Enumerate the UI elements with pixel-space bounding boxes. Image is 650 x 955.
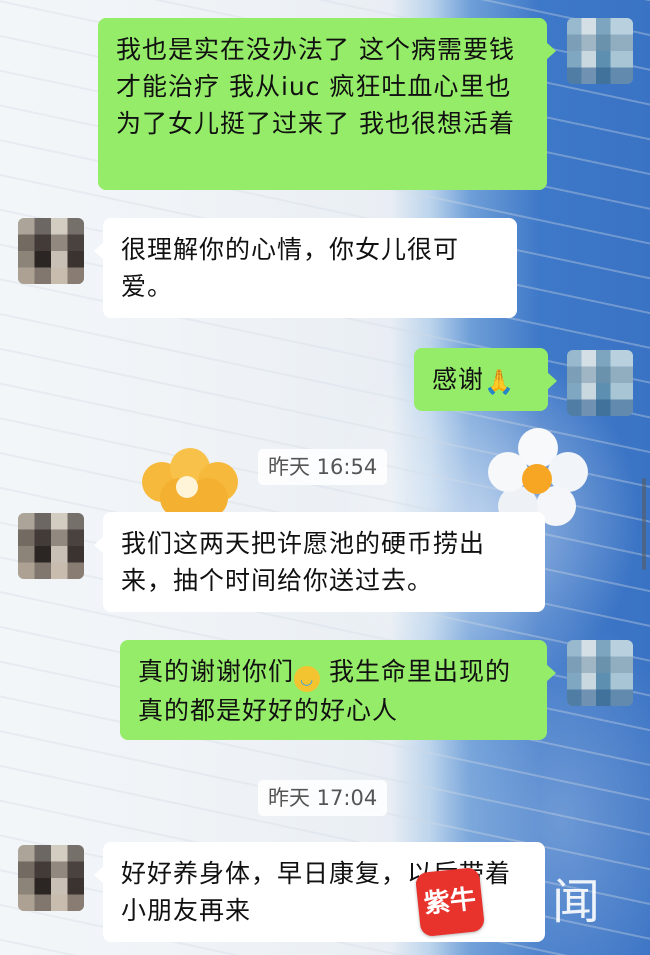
crying-face-icon: ◡	[294, 666, 321, 692]
timestamp: 昨天 16:54	[258, 449, 388, 485]
zi-niu-logo: 紫牛	[414, 866, 486, 938]
self-avatar[interactable]	[567, 640, 633, 706]
contact-avatar[interactable]	[18, 513, 84, 579]
message-text: 感谢	[432, 365, 485, 394]
watermark-text: 闻	[552, 874, 601, 930]
timestamp: 昨天 17:04	[258, 780, 388, 816]
yellow-flower-decoration	[142, 448, 242, 518]
message-bubble-incoming[interactable]: 很理解你的心情，你女儿很可爱。	[94, 218, 517, 318]
message-bubble-outgoing[interactable]: 真的谢谢你们 ◡ 我生命里出现的真的都是好好的好心人	[120, 640, 556, 740]
message-bubble-outgoing[interactable]: 我也是实在没办法了 这个病需要钱才能治疗 我从iuc 疯狂吐血心里也为了女儿挺了…	[98, 18, 556, 190]
message-text: 真的谢谢你们	[138, 657, 295, 686]
message-bubble-incoming[interactable]: 我们这两天把许愿池的硬币捞出来，抽个时间给你送过去。	[94, 512, 545, 612]
contact-avatar[interactable]	[18, 845, 84, 911]
self-avatar[interactable]	[567, 350, 633, 416]
scrollbar[interactable]	[642, 478, 646, 570]
pray-hands-icon: 🙏	[484, 368, 515, 396]
message-bubble-outgoing[interactable]: 感谢🙏	[414, 348, 557, 411]
self-avatar[interactable]	[567, 18, 633, 84]
contact-avatar[interactable]	[18, 218, 84, 284]
